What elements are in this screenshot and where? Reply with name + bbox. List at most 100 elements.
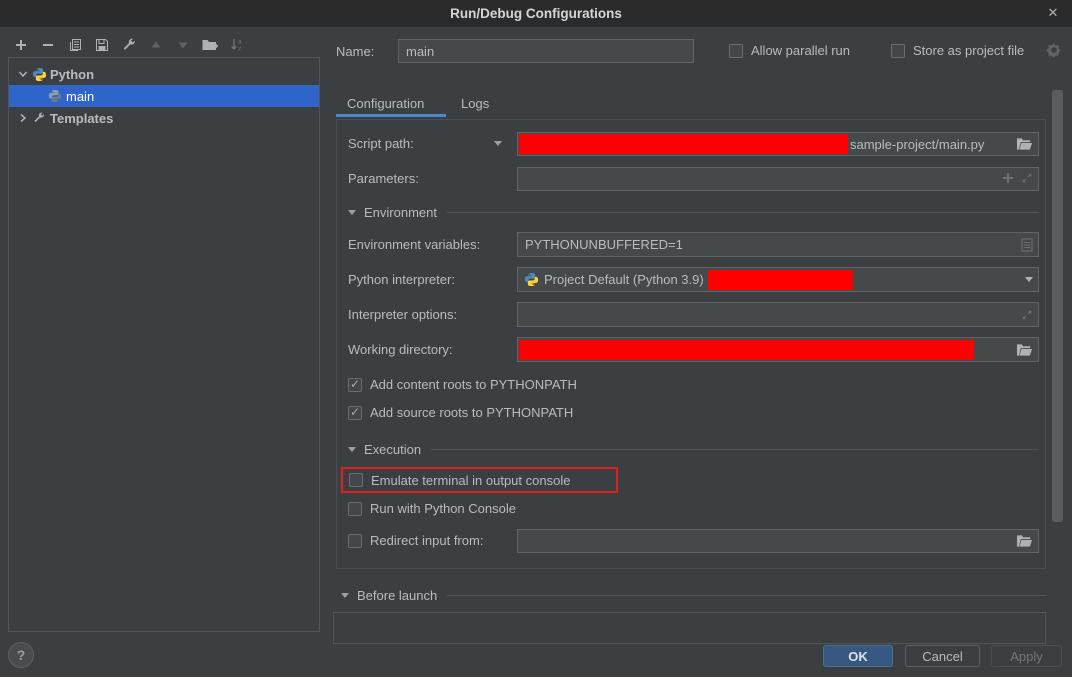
- copy-icon[interactable]: [64, 35, 86, 55]
- tree-item-label: Python: [50, 67, 94, 82]
- add-source-roots-checkbox[interactable]: ✓ Add source roots to PYTHONPATH: [348, 405, 573, 420]
- redirect-input-field[interactable]: [517, 529, 1039, 553]
- svg-text:a: a: [238, 39, 242, 46]
- script-path-label: Script path:: [348, 136, 414, 151]
- vertical-scrollbar[interactable]: [1052, 90, 1063, 522]
- redacted-text: [708, 270, 853, 290]
- emulate-terminal-label: Emulate terminal in output console: [371, 473, 570, 488]
- collapse-icon[interactable]: [348, 210, 356, 215]
- redacted-text: [519, 340, 974, 360]
- run-with-python-console-label: Run with Python Console: [370, 501, 516, 516]
- tree-item-templates[interactable]: Templates: [9, 107, 319, 129]
- configurations-toolbar: az: [10, 35, 253, 55]
- section-rule: [447, 595, 1046, 596]
- checkbox-box[interactable]: [729, 44, 743, 58]
- section-title: Environment: [364, 205, 437, 220]
- parameters-input[interactable]: [517, 167, 1039, 191]
- help-button[interactable]: ?: [8, 642, 34, 668]
- emulate-terminal-checkbox[interactable]: Emulate terminal in output console: [341, 467, 618, 493]
- remove-icon[interactable]: [37, 35, 59, 55]
- working-directory-input[interactable]: [517, 337, 1039, 362]
- browse-variables-icon[interactable]: [1021, 238, 1033, 252]
- new-folder-icon[interactable]: [199, 35, 221, 55]
- section-title: Before launch: [357, 588, 437, 603]
- script-path-dropdown-icon[interactable]: [494, 141, 502, 146]
- gear-icon[interactable]: [1046, 42, 1062, 61]
- python-icon: [31, 66, 47, 82]
- tree-item-python[interactable]: Python: [9, 63, 319, 85]
- store-as-project-file-checkbox[interactable]: Store as project file: [891, 43, 1024, 58]
- before-launch-section-header[interactable]: Before launch: [341, 588, 1046, 603]
- script-path-input[interactable]: sample-project/main.py: [517, 132, 1039, 156]
- apply-button[interactable]: Apply: [991, 645, 1062, 667]
- name-input[interactable]: main: [398, 39, 694, 63]
- configurations-tree: Python main Templates: [8, 57, 320, 632]
- checkbox-box[interactable]: ✓: [348, 378, 362, 392]
- move-up-icon[interactable]: [145, 35, 167, 55]
- add-content-roots-label: Add content roots to PYTHONPATH: [370, 377, 577, 392]
- checkbox-box[interactable]: [348, 534, 362, 548]
- python-icon: [524, 272, 539, 287]
- folder-icon[interactable]: [1016, 534, 1033, 548]
- tree-item-label: main: [66, 89, 94, 104]
- add-source-roots-label: Add source roots to PYTHONPATH: [370, 405, 573, 420]
- add-content-roots-checkbox[interactable]: ✓ Add content roots to PYTHONPATH: [348, 377, 577, 392]
- wrench-icon: [31, 110, 47, 126]
- store-as-project-file-label: Store as project file: [913, 43, 1024, 58]
- environment-variables-input[interactable]: PYTHONUNBUFFERED=1: [517, 232, 1039, 257]
- redirect-input-label: Redirect input from:: [370, 533, 483, 548]
- title-bar: Run/Debug Configurations: [0, 0, 1072, 27]
- environment-variables-label: Environment variables:: [348, 237, 480, 252]
- allow-parallel-run-label: Allow parallel run: [751, 43, 850, 58]
- expand-field-icon[interactable]: [1021, 172, 1033, 187]
- name-value: main: [399, 44, 434, 59]
- environment-section-header[interactable]: Environment: [348, 205, 1039, 220]
- run-with-python-console-checkbox[interactable]: Run with Python Console: [348, 501, 516, 516]
- active-tab-indicator: [336, 114, 446, 117]
- svg-text:z: z: [238, 46, 241, 53]
- interpreter-options-input[interactable]: [517, 302, 1039, 327]
- checkbox-box[interactable]: [348, 502, 362, 516]
- edit-wrench-icon[interactable]: [118, 35, 140, 55]
- configuration-form-panel: Script path: sample-project/main.py Para…: [336, 119, 1046, 569]
- dialog-title: Run/Debug Configurations: [450, 6, 622, 21]
- redirect-input-checkbox[interactable]: Redirect input from:: [348, 533, 483, 548]
- tab-configuration[interactable]: Configuration: [347, 96, 424, 111]
- parameters-label: Parameters:: [348, 171, 419, 186]
- name-label: Name:: [336, 44, 374, 59]
- chevron-down-icon[interactable]: [15, 69, 31, 79]
- allow-parallel-run-checkbox[interactable]: Allow parallel run: [729, 43, 850, 58]
- python-interpreter-label: Python interpreter:: [348, 272, 455, 287]
- redacted-text: [519, 134, 848, 154]
- save-icon[interactable]: [91, 35, 113, 55]
- environment-variables-value: PYTHONUNBUFFERED=1: [518, 237, 683, 252]
- insert-macro-plus-icon[interactable]: [1002, 172, 1014, 187]
- checkbox-box[interactable]: [349, 473, 363, 487]
- chevron-down-icon[interactable]: [1025, 277, 1033, 282]
- interpreter-options-label: Interpreter options:: [348, 307, 457, 322]
- chevron-right-icon[interactable]: [15, 113, 31, 123]
- python-interpreter-select[interactable]: Project Default (Python 3.9): [517, 267, 1039, 292]
- script-path-value: sample-project/main.py: [850, 137, 984, 152]
- expand-field-icon[interactable]: [1021, 309, 1033, 321]
- tree-item-main[interactable]: main: [9, 85, 319, 107]
- sort-alphabetically-icon[interactable]: az: [226, 35, 248, 55]
- python-icon: [47, 88, 63, 104]
- add-icon[interactable]: [10, 35, 32, 55]
- run-debug-configurations-dialog: Run/Debug Configurations ✕ az: [0, 0, 1072, 677]
- cancel-button[interactable]: Cancel: [905, 645, 980, 667]
- before-launch-task-list[interactable]: [333, 612, 1046, 644]
- folder-icon[interactable]: [1016, 343, 1033, 357]
- working-directory-label: Working directory:: [348, 342, 453, 357]
- collapse-icon[interactable]: [341, 593, 349, 598]
- checkbox-box[interactable]: [891, 44, 905, 58]
- move-down-icon[interactable]: [172, 35, 194, 55]
- execution-section-header[interactable]: Execution: [348, 442, 1039, 457]
- ok-button[interactable]: OK: [823, 645, 893, 667]
- folder-icon[interactable]: [1016, 137, 1033, 151]
- close-icon[interactable]: ✕: [1044, 4, 1062, 22]
- section-rule: [447, 212, 1039, 213]
- tab-logs[interactable]: Logs: [461, 96, 489, 111]
- collapse-icon[interactable]: [348, 447, 356, 452]
- checkbox-box[interactable]: ✓: [348, 406, 362, 420]
